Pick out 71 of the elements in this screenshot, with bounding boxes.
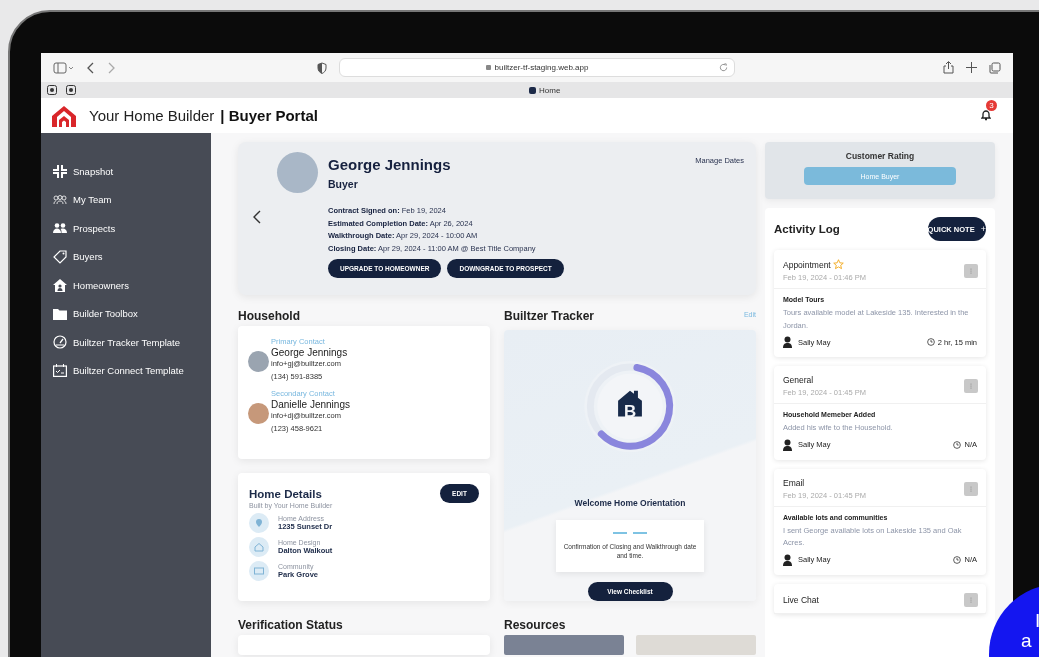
buyer-role: Buyer: [328, 178, 359, 190]
map-icon: [249, 561, 269, 581]
collapse-arrows-icon: [53, 164, 67, 178]
plus-icon[interactable]: [966, 62, 977, 73]
entry-type: Live Chat: [783, 594, 819, 605]
person-silhouette-icon: [783, 553, 792, 566]
gauge-icon: [53, 335, 67, 350]
shield-icon[interactable]: [317, 61, 327, 74]
back-icon[interactable]: [87, 61, 95, 74]
more-options-button[interactable]: [964, 263, 978, 278]
notification-badge: 3: [986, 99, 997, 111]
team-icon: [53, 194, 67, 205]
more-options-button[interactable]: [964, 481, 978, 496]
tabs-icon[interactable]: [989, 61, 1001, 74]
entry-type: General: [783, 375, 814, 385]
sidebar-item[interactable]: Builder Toolbox: [41, 299, 211, 328]
step-indicator: [613, 532, 647, 536]
section-title: Household: [238, 309, 301, 325]
browser-tab[interactable]: Home: [529, 85, 561, 95]
avatar-photo: [277, 152, 318, 193]
sidebar-item[interactable]: Builtzer Connect Template: [41, 356, 211, 385]
forward-icon[interactable]: [107, 61, 115, 74]
clock-icon: [926, 338, 935, 346]
calendar-icon: [53, 364, 67, 378]
sidebar-item[interactable]: Homeowners: [41, 271, 211, 300]
logo-letter: B: [623, 402, 637, 422]
sidebar-item[interactable]: Snapshot: [41, 157, 211, 186]
avatar-photo: [248, 351, 269, 372]
section-title: Builtzer Tracker: [504, 309, 595, 325]
location-pin-icon: [249, 513, 269, 533]
logo-icon: [51, 104, 77, 127]
sidebar-item[interactable]: Buyers: [41, 242, 211, 271]
more-options-button[interactable]: [964, 592, 978, 607]
house-logo-icon: [618, 390, 642, 417]
sidebar-item[interactable]: Builtzer Tracker Template: [41, 328, 211, 357]
person-silhouette-icon: [783, 336, 792, 348]
people-icon: [53, 223, 67, 234]
entry-type: Email: [783, 477, 805, 488]
section-title: Resources: [504, 618, 567, 634]
panel-title: Activity Log: [774, 223, 840, 235]
lock-icon: [485, 65, 491, 70]
pinned-tab-icon[interactable]: [66, 85, 76, 95]
contact-name: Danielle Jennings: [271, 399, 350, 410]
sidebar-item[interactable]: My Team: [41, 185, 211, 214]
house-icon: [53, 278, 67, 292]
resource-thumbnail[interactable]: [504, 635, 624, 655]
folder-icon: [53, 307, 67, 320]
clock-icon: [953, 440, 962, 449]
address-bar[interactable]: builtzer-tf-staging.web.app: [339, 58, 735, 77]
section-title: Verification Status: [238, 618, 344, 634]
pinned-tab-icon[interactable]: [47, 85, 57, 95]
reload-icon[interactable]: [719, 63, 728, 72]
house-icon: [249, 537, 269, 557]
buyer-name: George Jennings: [328, 156, 451, 173]
avatar-photo: [248, 403, 269, 424]
card-title: Customer Rating: [845, 151, 915, 161]
sidebar-toggle-icon[interactable]: [53, 61, 75, 74]
contact-name: George Jennings: [271, 347, 348, 358]
url-text: builtzer-tf-staging.web.app: [494, 63, 589, 72]
bell-icon[interactable]: [981, 108, 991, 121]
portal-title: | Buyer Portal: [220, 107, 318, 124]
person-silhouette-icon: [783, 438, 792, 451]
share-icon[interactable]: [943, 61, 954, 74]
tag-icon: [53, 249, 67, 264]
card-title: Home Details: [249, 487, 322, 500]
entry-type: Appointment: [783, 259, 831, 270]
brand-name: Your Home Builder: [89, 107, 215, 124]
clock-icon: [953, 555, 962, 564]
resource-thumbnail[interactable]: [636, 635, 756, 655]
step-title: Welcome Home Orientation: [574, 498, 686, 509]
sidebar-item[interactable]: Prospects: [41, 214, 211, 243]
